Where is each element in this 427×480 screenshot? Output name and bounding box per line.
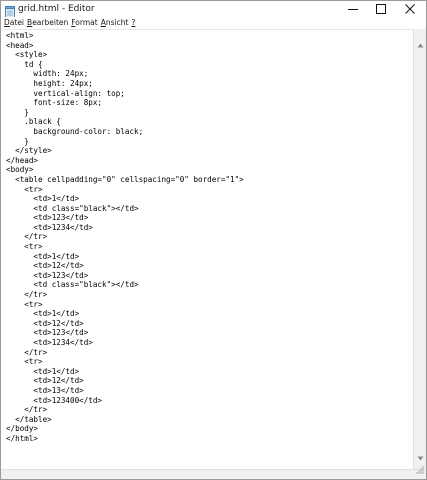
editor-line: } [6, 107, 29, 117]
menu-ansicht[interactable]: Ansicht [101, 18, 129, 28]
editor-line: <td>123400</td> [6, 395, 103, 405]
text-editor-area[interactable]: <html> <head> <style> td { width: 24px; h… [2, 29, 413, 469]
editor-line: <td>1</td> [6, 194, 80, 204]
editor-line: <td class="black"></td> [6, 203, 139, 213]
editor-line: <body> [6, 165, 34, 175]
editor-line: <td>1</td> [6, 309, 80, 319]
editor-line: height: 24px; [6, 78, 93, 88]
editor-line: <tr> [6, 242, 43, 252]
close-icon [405, 4, 415, 14]
editor-line: <td>1234</td> [6, 222, 93, 232]
editor-line: </body> [6, 424, 39, 434]
editor-line: <td>1</td> [6, 366, 80, 376]
editor-line: <tr> [6, 357, 43, 367]
notepad-icon [5, 3, 15, 18]
editor-line: } [6, 136, 29, 146]
editor-line: td { [6, 59, 43, 69]
editor-line: </head> [6, 155, 39, 165]
status-bar [1, 466, 426, 479]
editor-line: </tr> [6, 232, 48, 242]
menu-bar: Datei Bearbeiten Format Ansicht ? [1, 17, 426, 29]
editor-line: <td>12</td> [6, 318, 84, 328]
menu-format[interactable]: Format [71, 18, 97, 28]
editor-line: <tr> [6, 184, 43, 194]
minimize-button[interactable] [339, 1, 367, 17]
editor-line: width: 24px; [6, 69, 89, 79]
editor-line: <td>12</td> [6, 261, 84, 271]
maximize-button[interactable] [367, 1, 395, 17]
editor-line: <style> [6, 50, 48, 60]
editor-line: <td>123</td> [6, 213, 89, 223]
editor-line: font-size: 8px; [6, 98, 103, 108]
resize-grip-icon[interactable] [416, 459, 424, 478]
editor-line: background-color: black; [6, 126, 144, 136]
editor-line: <td>12</td> [6, 376, 84, 386]
editor-line: <html> [6, 31, 34, 40]
menu-help[interactable]: ? [131, 18, 135, 28]
editor-line: vertical-align: top; [6, 88, 125, 98]
editor-line: </table> [6, 414, 52, 424]
editor-line: </tr> [6, 347, 48, 357]
editor-line: <td>13</td> [6, 385, 84, 395]
editor-line: </tr> [6, 405, 48, 415]
menu-datei[interactable]: Datei [4, 18, 24, 28]
editor-text: <html> <head> <style> td { width: 24px; h… [6, 31, 244, 444]
editor-line: <table cellpadding="0" cellspacing="0" b… [6, 174, 244, 184]
editor-line: <td>123</td> [6, 328, 89, 338]
window-title: grid.html - Editor [18, 4, 95, 14]
title-bar[interactable]: grid.html - Editor [1, 1, 426, 18]
editor-line: <head> [6, 40, 34, 50]
minimize-icon [348, 4, 358, 14]
editor-line: <tr> [6, 299, 43, 309]
editor-line: </html> [6, 433, 39, 443]
vertical-scrollbar[interactable] [413, 29, 426, 469]
close-button[interactable] [396, 1, 424, 17]
editor-line: .black { [6, 117, 61, 127]
menu-bearbeiten[interactable]: Bearbeiten [27, 18, 68, 28]
editor-line: <td class="black"></td> [6, 280, 139, 290]
maximize-icon [376, 4, 386, 14]
editor-line: </tr> [6, 290, 48, 300]
scroll-up-icon[interactable] [417, 33, 424, 52]
notepad-window: grid.html - Editor Datei Bearbeiten Form… [0, 0, 427, 480]
editor-line: </style> [6, 146, 52, 156]
editor-line: <td>123</td> [6, 270, 89, 280]
editor-line: <td>1234</td> [6, 338, 93, 347]
editor-line: <td>1</td> [6, 251, 80, 261]
